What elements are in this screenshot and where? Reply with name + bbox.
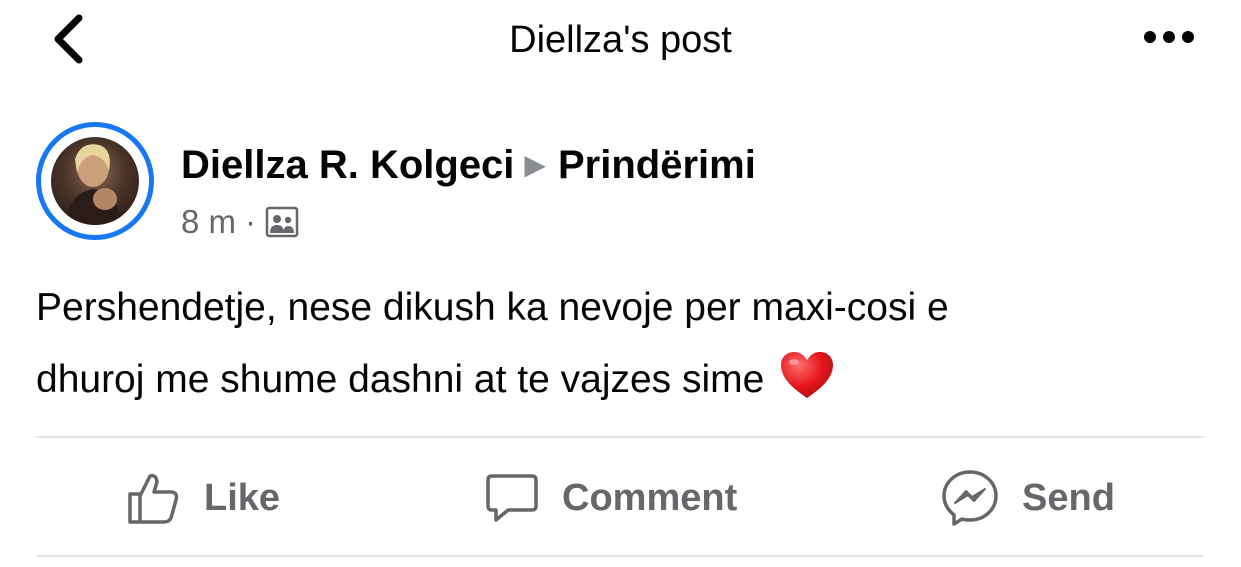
group-icon (265, 205, 299, 239)
post-text-line: Pershendetje, nese dikush ka nevoje per … (36, 286, 949, 329)
post-text-line-2: dhuroj me shume dashni at te vajzes sime (36, 344, 1216, 416)
post-time[interactable]: 8 m (181, 202, 236, 242)
separator: · (245, 203, 257, 240)
heart-icon (779, 350, 835, 402)
avatar (51, 137, 139, 225)
messenger-icon (942, 470, 998, 526)
story-ring[interactable] (36, 122, 154, 240)
post-meta: 8 m · (181, 202, 299, 242)
like-label: Like (204, 476, 281, 519)
more-horizontal-icon (1144, 31, 1194, 43)
arrow-right-icon: ▶ (524, 149, 546, 180)
avatar-image (65, 144, 123, 225)
post-body: Pershendetje, nese dikush ka nevoje per … (36, 272, 1216, 416)
post-header: Diellza R. Kolgeci ▶ Prindërimi 8 m · (36, 122, 1206, 247)
author-name[interactable]: Diellza R. Kolgeci (181, 143, 514, 187)
more-options-button[interactable] (1138, 22, 1200, 52)
like-icon (128, 473, 179, 524)
comment-label: Comment (562, 476, 738, 519)
group-name[interactable]: Prindërimi (558, 143, 756, 187)
send-label: Send (1022, 476, 1115, 519)
like-button[interactable]: Like (126, 468, 280, 528)
comment-icon (486, 474, 538, 522)
page-title: Diellza's post (509, 19, 732, 61)
comment-button[interactable]: Comment (484, 468, 737, 528)
top-bar: Diellza's post (0, 0, 1241, 80)
post-text-content: dhuroj me shume dashni at te vajzes sime (36, 358, 765, 401)
send-button[interactable]: Send (940, 468, 1115, 528)
author-line: Diellza R. Kolgeci ▶ Prindërimi (181, 141, 756, 189)
divider-bottom (36, 555, 1204, 557)
action-bar: Like Comment Send (36, 438, 1204, 556)
